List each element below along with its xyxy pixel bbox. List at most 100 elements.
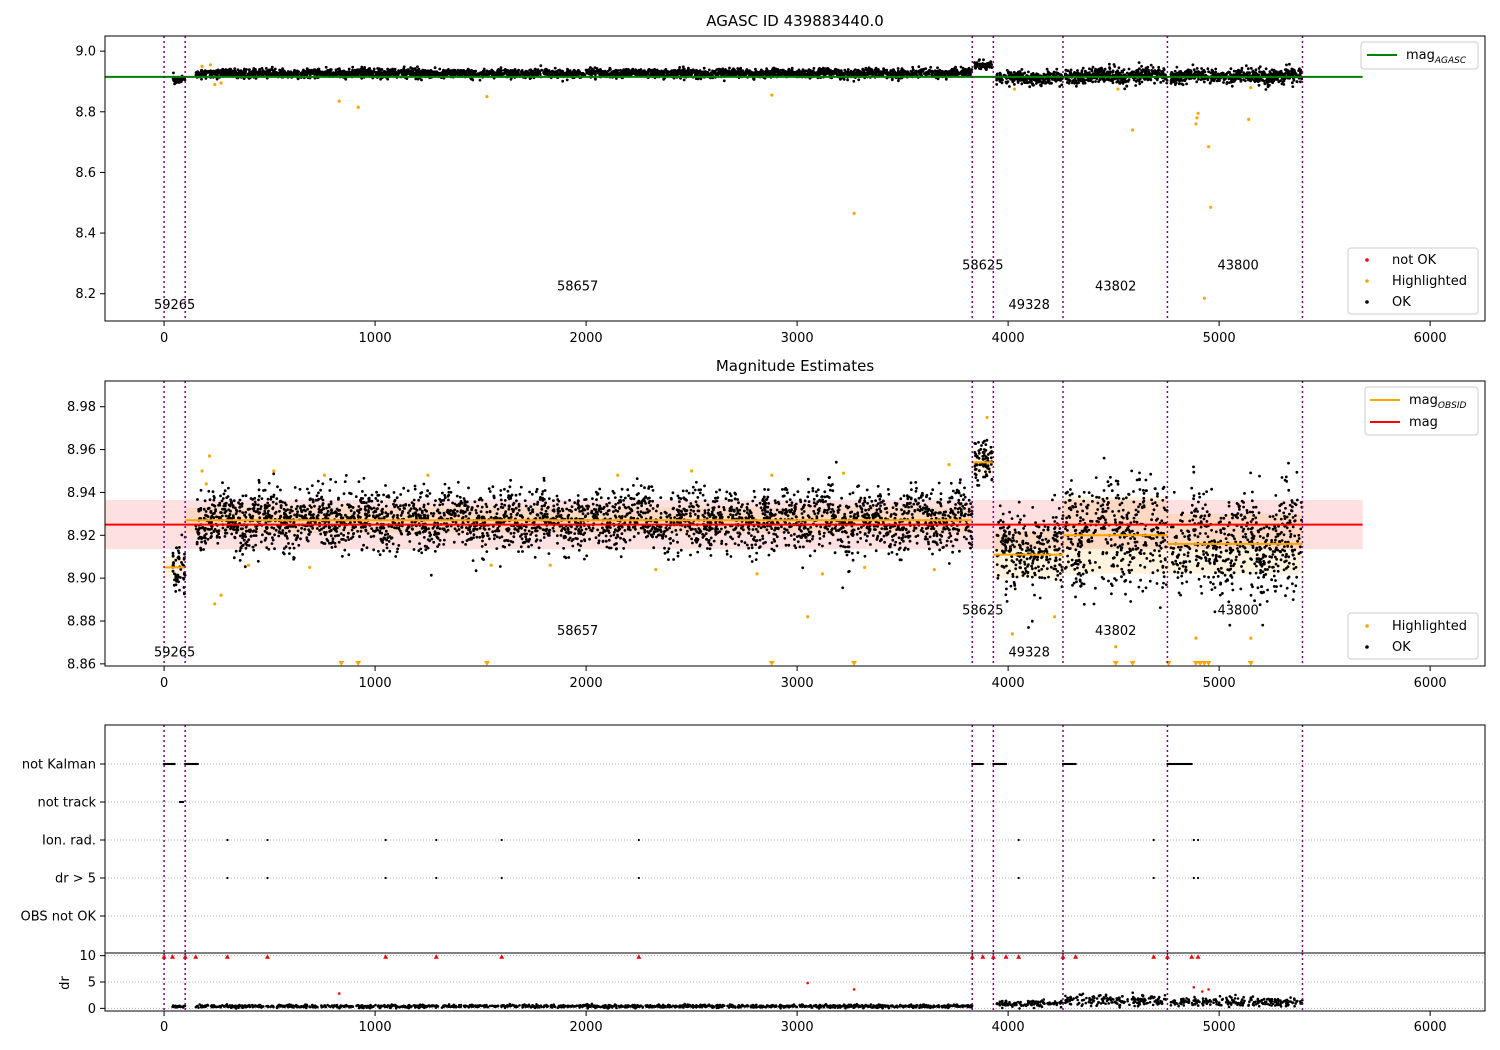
ok-point [781,488,784,491]
ok-point [874,66,878,70]
ok-point [839,544,843,548]
ok-point [544,67,548,71]
ok-point [553,66,557,70]
ok-point [416,65,419,69]
ok-point [870,68,874,71]
ok-point [999,80,1002,83]
ok-point [270,67,274,71]
ok-point [931,488,935,492]
highlighted-point [213,82,217,87]
ok-point [760,68,763,72]
ok-point [846,68,850,71]
ok-point [983,64,986,68]
ok-point [478,78,482,82]
ok-point [794,71,798,74]
ok-point [401,73,405,76]
ok-point [801,71,805,75]
y-tick-label: 9.0 [75,45,96,60]
ok-point [182,577,186,581]
ok-point [545,71,548,74]
ok-point [416,77,420,81]
ok-point [172,561,175,564]
ok-point [444,69,448,73]
ok-point [1198,71,1202,75]
ok-point [295,72,298,76]
ok-point [1232,69,1236,73]
ok-point [316,67,320,71]
ok-point [504,72,508,75]
ok-point [321,71,324,75]
ok-point [1046,80,1049,84]
ok-point [1185,82,1188,86]
ok-point [174,590,178,593]
ok-point [397,72,400,76]
ok-point [404,71,408,74]
ok-point [655,68,659,72]
ok-point [518,73,522,76]
ok-point [1021,72,1025,76]
x-tick-label: 5000 [1203,331,1236,346]
ok-point [724,68,727,71]
ok-point [1030,72,1033,76]
highlighted-point [337,99,341,103]
ok-point [1107,70,1110,74]
ok-point [531,69,534,73]
highlighted-point [1202,296,1206,300]
ok-point [1039,83,1042,87]
ok-point [177,580,181,584]
ok-point [1181,79,1185,82]
ok-point [457,514,460,518]
ok-point [307,71,310,75]
ok-point [351,65,355,69]
ok-point [1135,69,1138,72]
ok-point [956,71,960,74]
ok-point [428,72,432,76]
ok-point [936,66,939,70]
ok-point [1298,73,1302,76]
ok-point [520,69,524,72]
ok-point [728,66,731,70]
ok-point [1134,84,1138,87]
ok-point [547,69,551,72]
ok-point [365,68,369,72]
ok-point [1238,71,1241,75]
ok-point [368,70,372,73]
ok-point [292,70,296,74]
ok-point [180,533,184,537]
ok-point [1206,67,1210,71]
ok-point [950,67,954,71]
ok-point [180,78,184,81]
ok-point [836,70,840,73]
ok-point [248,68,251,72]
ok-point [1225,82,1229,86]
ok-point [852,79,856,83]
x-tick-label: 3000 [781,331,814,346]
ok-point [593,66,597,69]
ok-point [706,71,709,74]
ok-point [1272,70,1276,74]
highlighted-point [1195,116,1199,120]
highlighted-point [219,81,223,85]
ok-point [914,70,917,73]
ok-point [551,71,555,74]
ok-point [889,69,893,73]
ok-point [528,68,532,72]
ok-point [787,72,791,75]
ok-point [886,71,890,75]
ok-point [497,73,501,76]
ok-point [1141,69,1144,73]
ok-point [566,68,570,72]
highlighted-point [852,211,856,215]
ok-point [1115,80,1119,84]
ok-point [939,71,943,75]
ok-point [1027,81,1031,84]
ok-point [1295,80,1299,84]
ok-point [867,71,871,75]
highlighted-point [356,105,360,109]
ok-point [1140,64,1143,68]
ok-point [926,70,929,74]
ok-point [379,77,382,81]
plot-area-0: 592655865758625493284380243800 [105,36,1363,321]
ok-point [1267,78,1271,81]
ok-point [811,535,815,538]
